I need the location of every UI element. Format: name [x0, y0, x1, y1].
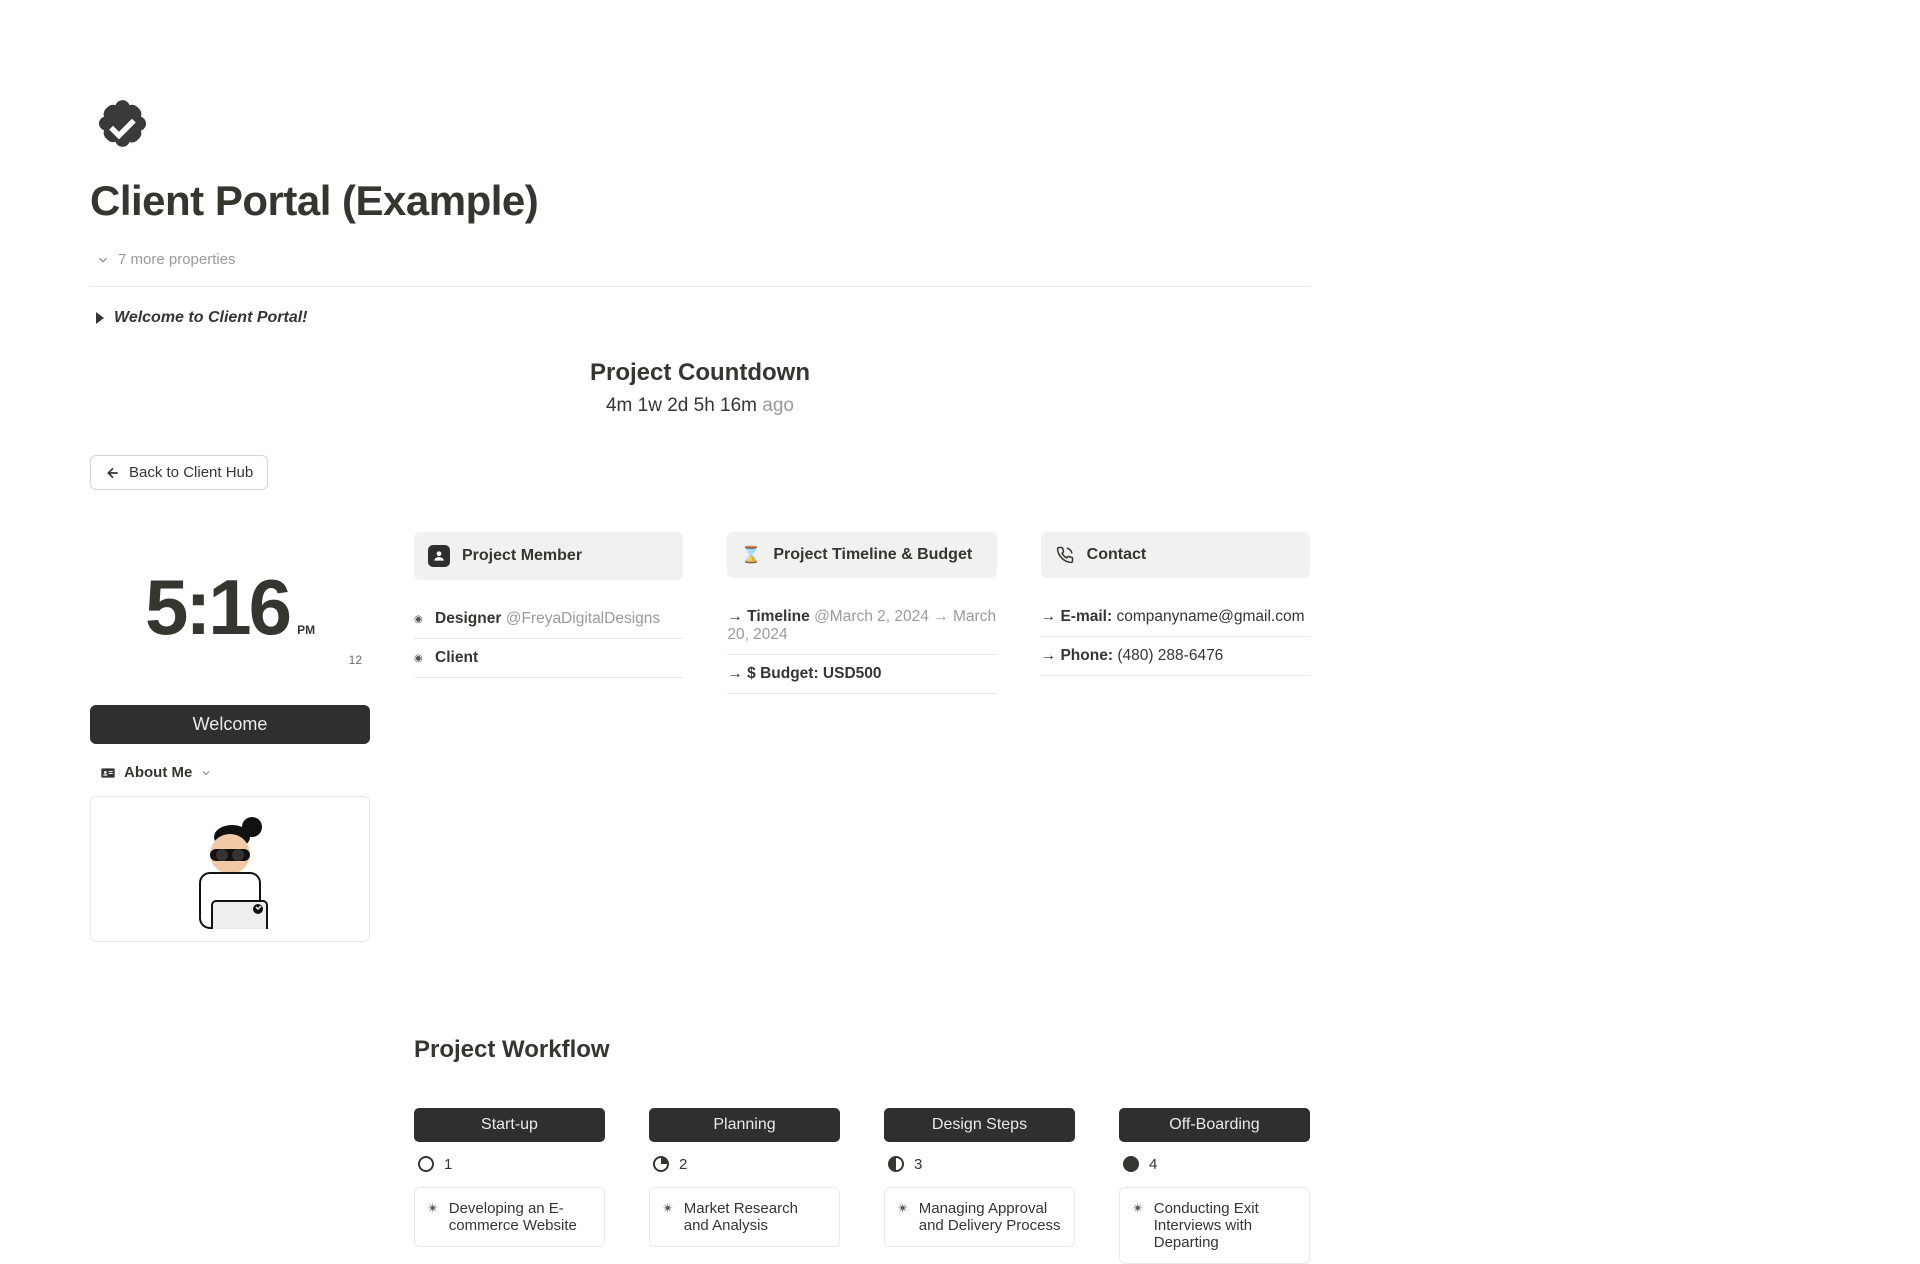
status-count: 4: [1149, 1156, 1157, 1173]
user-icon: [428, 545, 450, 567]
more-properties-label: 7 more properties: [118, 251, 236, 268]
hourglass-icon: ⌛: [741, 545, 761, 565]
card-title: Managing Approval and Delivery Process: [919, 1200, 1062, 1234]
designer-label: Designer: [435, 610, 501, 627]
arrow-left-icon: [105, 465, 121, 481]
workflow-status[interactable]: 4: [1119, 1142, 1310, 1187]
workflow-card[interactable]: ✴ Managing Approval and Delivery Process: [884, 1187, 1075, 1247]
workflow-status[interactable]: 1: [414, 1142, 605, 1187]
progress-circle-quarter-icon: [653, 1156, 669, 1172]
page-title: Client Portal (Example): [90, 177, 1310, 225]
project-member-panel: Project Member Designer @FreyaDigitalDes…: [414, 532, 683, 942]
workflow-head: Start-up: [414, 1108, 605, 1142]
id-card-icon: [100, 765, 116, 781]
contact-panel: Contact E-mail: companyname@gmail.com Ph…: [1041, 532, 1310, 942]
workflow-card[interactable]: ✴ Developing an E-commerce Website: [414, 1187, 605, 1247]
welcome-banner: Welcome: [90, 705, 370, 744]
card-title: Market Research and Analysis: [684, 1200, 827, 1234]
status-count: 1: [444, 1156, 452, 1173]
timeline-budget-panel: ⌛ Project Timeline & Budget Timeline @Ma…: [727, 532, 996, 942]
client-label: Client: [435, 649, 478, 666]
progress-circle-half-icon: [888, 1156, 904, 1172]
workflow-status[interactable]: 2: [649, 1142, 840, 1187]
workflow-card[interactable]: ✴ Conducting Exit Interviews with Depart…: [1119, 1187, 1310, 1264]
progress-circle-empty-icon: [418, 1156, 434, 1172]
sparkle-icon: ✴: [897, 1200, 909, 1234]
clock-widget: 5:16 PM: [90, 562, 370, 653]
sparkle-icon: ✴: [1132, 1200, 1144, 1251]
countdown-suffix: ago: [762, 395, 794, 416]
timeline-label: Timeline: [747, 608, 810, 625]
countdown-value: 4m 1w 2d 5h 16m: [606, 395, 757, 416]
workflow-head: Off-Boarding: [1119, 1108, 1310, 1142]
workflow-title: Project Workflow: [414, 1036, 1310, 1064]
workflow-status[interactable]: 3: [884, 1142, 1075, 1187]
avatar-card: [90, 796, 370, 942]
budget-row: $ Budget: USD500: [747, 665, 881, 682]
chevron-down-icon: [200, 767, 212, 779]
clock-date: 12: [90, 653, 370, 667]
triangle-right-icon: [96, 312, 104, 324]
back-to-hub-button[interactable]: Back to Client Hub: [90, 455, 268, 490]
countdown-section: Project Countdown 4m 1w 2d 5h 16m ago: [90, 359, 1310, 417]
designer-value: @FreyaDigitalDesigns: [506, 610, 660, 627]
page-verified-icon: [90, 96, 155, 161]
more-properties-toggle[interactable]: 7 more properties: [90, 243, 1310, 287]
workflow-col-design: Design Steps 3 ✴ Managing Approval and D…: [884, 1108, 1075, 1264]
progress-circle-full-icon: [1123, 1156, 1139, 1172]
status-count: 3: [914, 1156, 922, 1173]
card-title: Developing an E-commerce Website: [449, 1200, 592, 1234]
back-button-label: Back to Client Hub: [129, 464, 253, 481]
about-me-label: About Me: [124, 764, 192, 781]
panel-title: Project Timeline & Budget: [773, 546, 972, 564]
clock-time: 5:16: [145, 562, 289, 653]
workflow-col-planning: Planning 2 ✴ Market Research and Analysi…: [649, 1108, 840, 1264]
countdown-title: Project Countdown: [90, 359, 1310, 387]
status-count: 2: [679, 1156, 687, 1173]
card-title: Conducting Exit Interviews with Departin…: [1154, 1200, 1297, 1251]
panel-title: Contact: [1087, 546, 1147, 564]
sparkle-icon: ✴: [662, 1200, 674, 1234]
chevron-down-icon: [96, 253, 110, 267]
about-me-toggle[interactable]: About Me: [90, 760, 222, 785]
welcome-toggle[interactable]: Welcome to Client Portal!: [90, 287, 1310, 333]
phone-value: (480) 288-6476: [1117, 647, 1223, 664]
workflow-head: Planning: [649, 1108, 840, 1142]
email-value: companyname@gmail.com: [1116, 608, 1304, 625]
panel-title: Project Member: [462, 547, 582, 565]
phone-icon: [1055, 545, 1075, 565]
avatar-illustration: [150, 809, 310, 929]
phone-label: Phone:: [1060, 647, 1113, 664]
clock-ampm: PM: [297, 623, 315, 637]
workflow-card[interactable]: ✴ Market Research and Analysis: [649, 1187, 840, 1247]
welcome-toggle-label: Welcome to Client Portal!: [114, 309, 308, 327]
email-label: E-mail:: [1060, 608, 1112, 625]
workflow-col-offboarding: Off-Boarding 4 ✴ Conducting Exit Intervi…: [1119, 1108, 1310, 1264]
workflow-col-startup: Start-up 1 ✴ Developing an E-commerce We…: [414, 1108, 605, 1264]
workflow-head: Design Steps: [884, 1108, 1075, 1142]
sparkle-icon: ✴: [427, 1200, 439, 1234]
